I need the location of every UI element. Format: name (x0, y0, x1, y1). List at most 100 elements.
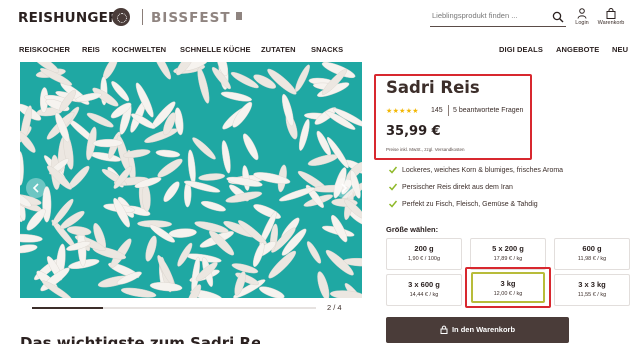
rice-grain (295, 64, 310, 92)
reishunger-badge-icon (112, 8, 130, 26)
feature-text: Perfekt zu Fisch, Fleisch, Gemüse & Tahd… (402, 200, 538, 208)
nav-item-angebote[interactable]: ANGEBOTE (556, 45, 599, 54)
product-price: 35,99 € (386, 124, 441, 139)
size-label: 200 g (414, 244, 434, 253)
size-unit-price: 14,44 € / kg (409, 292, 439, 298)
gallery-progress[interactable] (32, 307, 316, 309)
nav-item-snacks[interactable]: SNACKS (311, 45, 343, 54)
rice-grain (155, 149, 181, 158)
size-option-3x3kg[interactable]: 3 x 3 kg 11,55 € / kg (554, 274, 630, 306)
gallery-next-button[interactable] (334, 178, 354, 198)
chevron-right-icon (341, 183, 348, 193)
rice-grain (197, 67, 210, 104)
add-to-cart-label: In den Warenkorb (451, 325, 516, 334)
review-count[interactable]: 145 (431, 107, 443, 114)
nav-item-zutaten[interactable]: ZUTATEN (261, 45, 296, 54)
rice-grain (187, 149, 196, 185)
size-label: 3 x 3 kg (578, 280, 606, 289)
rice-grain (307, 154, 339, 166)
rice-grain (152, 62, 171, 80)
user-icon (577, 8, 587, 19)
rice-grain (242, 133, 259, 161)
bissfest-mark-icon (236, 12, 242, 20)
rating-divider (448, 105, 449, 116)
rice-grain (157, 158, 183, 178)
rice-grain (253, 204, 281, 219)
rice-grain (163, 181, 180, 202)
size-option-3x600g[interactable]: 3 x 600 g 14,44 € / kg (386, 274, 462, 306)
main-navigation: REISKOCHER REIS KOCHWELTEN SCHNELLE KÜCH… (0, 39, 640, 61)
rice-grain (145, 235, 157, 262)
rice-grain (298, 118, 310, 151)
login-button[interactable]: Login (568, 8, 596, 26)
rice-grain (221, 140, 231, 174)
rice-grain (20, 151, 24, 186)
check-icon (388, 166, 398, 174)
logo-divider (142, 9, 143, 25)
feature-item: Lockeres, weiches Korn & blumiges, frisc… (388, 166, 563, 174)
size-unit-price: 17,89 € / kg (493, 256, 523, 262)
size-option-200g[interactable]: 200 g 1,90 € / 100g (386, 238, 462, 270)
rice-grain (144, 128, 178, 143)
rice-grain (259, 286, 285, 298)
search-bar (430, 9, 566, 27)
gallery-progress-fill (32, 307, 103, 309)
rice-grain (20, 244, 38, 254)
rice-grain (149, 282, 183, 292)
feature-text: Lockeres, weiches Korn & blumiges, frisc… (402, 166, 564, 174)
check-icon (388, 200, 398, 208)
price-note[interactable]: Preise inkl. MwSt., zzgl. Versandkosten (386, 147, 465, 152)
reishunger-logo[interactable]: REISHUNGER (18, 10, 119, 26)
rice-grain (86, 112, 114, 128)
size-unit-price: 1,90 € / 100g (407, 256, 441, 262)
size-label: 5 x 200 g (492, 244, 524, 253)
rice-grain (329, 290, 362, 298)
nav-item-reiskocher[interactable]: REISKOCHER (19, 45, 70, 54)
nav-item-kochwelten[interactable]: KOCHWELTEN (112, 45, 166, 54)
bissfest-logo[interactable]: BISSFEST (151, 10, 231, 26)
product-image[interactable] (20, 62, 362, 298)
rice-grain (317, 271, 330, 298)
search-icon[interactable] (552, 11, 564, 23)
size-heading: Größe wählen: (386, 225, 439, 234)
rice-grains-illustration (20, 62, 362, 298)
nav-item-reis[interactable]: REIS (82, 45, 100, 54)
rice-grain (120, 287, 157, 298)
feature-text: Persischer Reis direkt aus dem Iran (402, 183, 513, 191)
rice-grain (306, 241, 322, 264)
nav-item-schnelle-kueche[interactable]: SCHNELLE KÜCHE (180, 45, 251, 54)
size-unit-price: 11,55 € / kg (577, 292, 607, 298)
add-to-cart-button[interactable]: In den Warenkorb (386, 317, 569, 343)
gallery-page-indicator: 2 / 4 (327, 303, 342, 312)
search-input[interactable] (432, 11, 544, 20)
rice-grain (220, 91, 252, 102)
shopping-bag-icon (606, 8, 616, 19)
nav-item-neu[interactable]: NEU (612, 45, 628, 54)
section-heading: Das wichtigste zum Sadri Reis (20, 334, 260, 344)
rice-grain (122, 149, 151, 158)
site-header: REISHUNGER BISSFEST Login Warenkorb (0, 0, 640, 36)
nav-item-digi-deals[interactable]: DIGI DEALS (499, 45, 543, 54)
rice-grain (225, 191, 263, 203)
rice-grain (200, 200, 226, 212)
rice-grain (168, 228, 197, 238)
rating-stars[interactable]: ★★★★★ (386, 107, 419, 115)
size-option-600g[interactable]: 600 g 11,98 € / kg (554, 238, 630, 270)
rice-grain (66, 226, 92, 236)
rice-grain (90, 152, 122, 162)
gallery-prev-button[interactable] (26, 178, 46, 198)
rice-grain (192, 137, 216, 160)
lock-icon (440, 325, 448, 334)
check-icon (388, 183, 398, 191)
rice-grain (20, 233, 43, 243)
chevron-left-icon (32, 183, 39, 193)
answered-questions-link[interactable]: 5 beantwortete Fragen (453, 107, 523, 114)
product-title: Sadri Reis (386, 78, 480, 97)
highlight-box-selected-size (465, 267, 551, 308)
cart-label: Warenkorb (597, 20, 625, 26)
feature-item: Persischer Reis direkt aus dem Iran (388, 183, 513, 191)
feature-item: Perfekt zu Fisch, Fleisch, Gemüse & Tahd… (388, 200, 538, 208)
size-option-5x200g[interactable]: 5 x 200 g 17,89 € / kg (470, 238, 546, 270)
size-label: 600 g (582, 244, 602, 253)
cart-header-button[interactable]: Warenkorb (597, 8, 625, 26)
